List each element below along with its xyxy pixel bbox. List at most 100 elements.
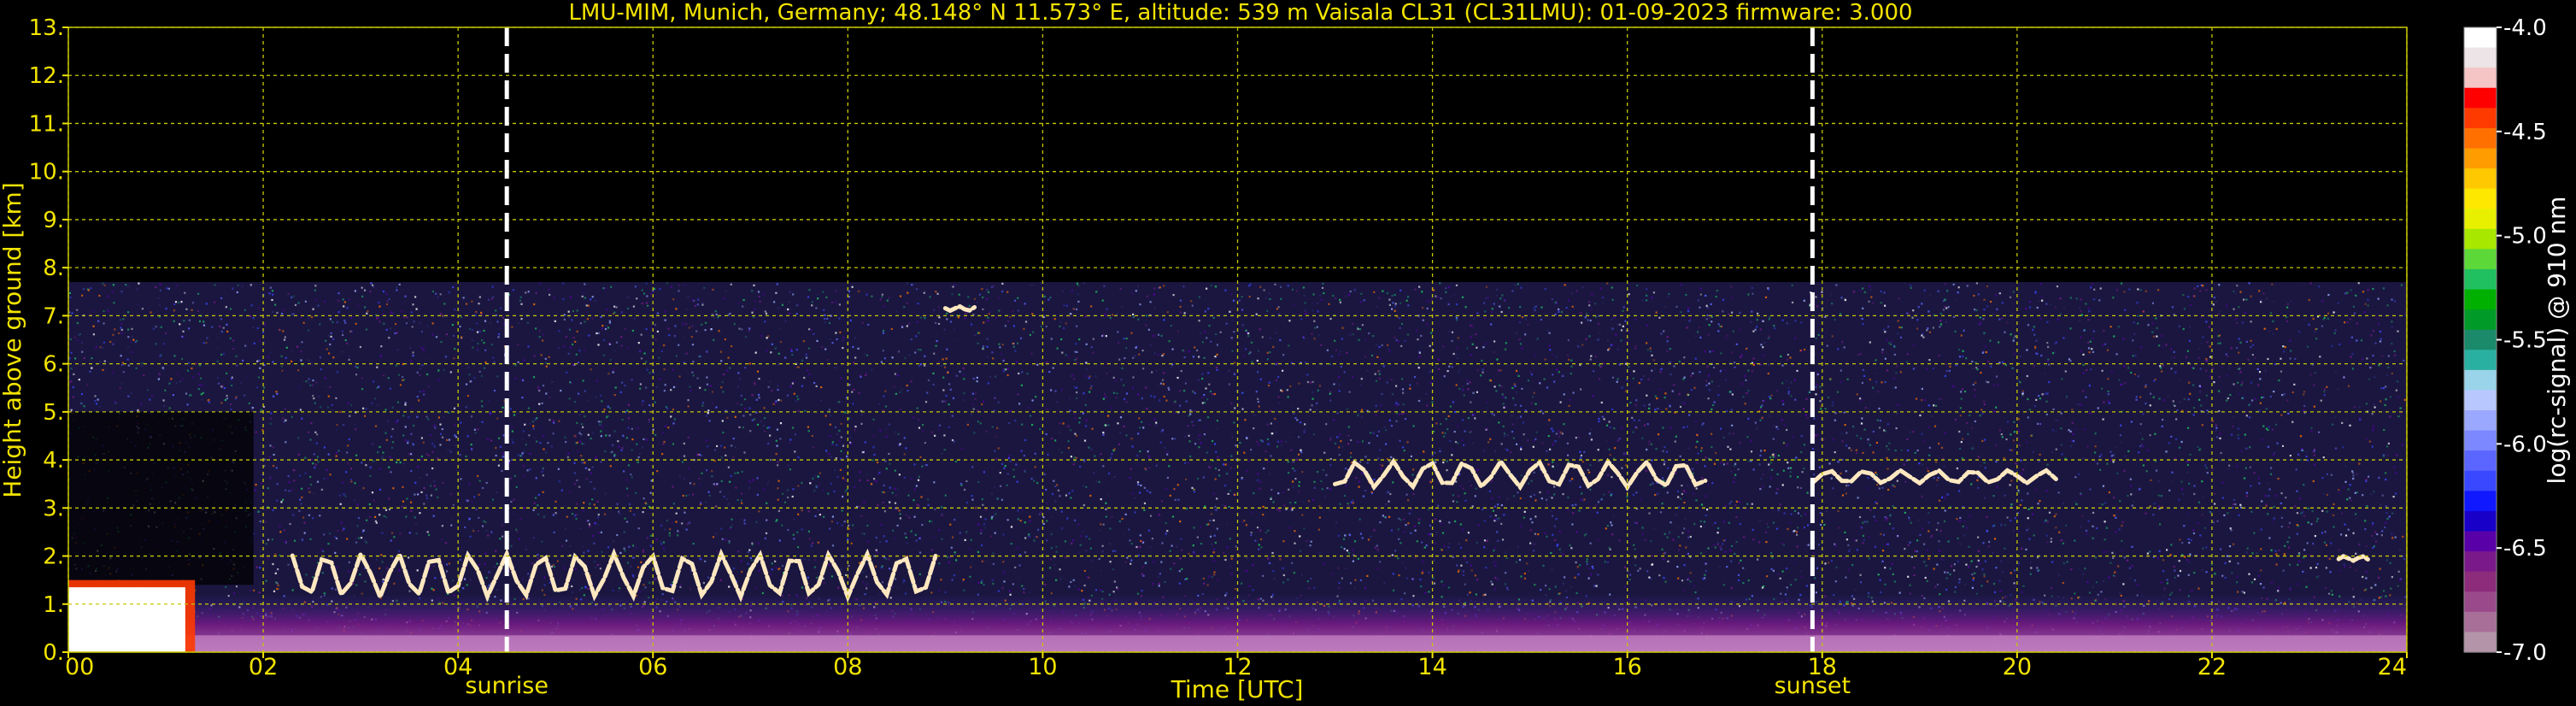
noise-speck bbox=[1936, 479, 1939, 481]
noise-speck bbox=[1504, 298, 1506, 301]
noise-speck bbox=[766, 502, 768, 504]
noise-speck bbox=[309, 483, 313, 485]
noise-speck bbox=[626, 297, 629, 299]
noise-speck bbox=[297, 369, 300, 372]
noise-speck bbox=[325, 385, 327, 388]
noise-speck bbox=[2072, 432, 2074, 435]
noise-speck bbox=[1395, 385, 1398, 387]
noise-speck bbox=[1760, 344, 1763, 346]
noise-speck bbox=[1359, 384, 1362, 386]
noise-speck bbox=[388, 337, 390, 339]
noise-speck bbox=[766, 519, 768, 521]
noise-speck bbox=[1896, 412, 1898, 415]
noise-speck bbox=[1921, 399, 1923, 402]
noise-speck bbox=[1678, 361, 1681, 363]
noise-speck bbox=[1250, 341, 1253, 344]
noise-speck bbox=[659, 288, 661, 291]
noise-speck bbox=[220, 318, 222, 321]
noise-speck bbox=[373, 380, 375, 383]
noise-speck bbox=[2033, 405, 2036, 408]
noise-speck bbox=[1800, 450, 1803, 454]
noise-speck bbox=[1946, 493, 1949, 496]
noise-speck bbox=[719, 491, 722, 493]
noise-speck bbox=[880, 523, 883, 526]
noise-speck bbox=[1316, 408, 1318, 410]
noise-speck bbox=[2371, 524, 2374, 527]
noise-speck bbox=[2040, 354, 2043, 357]
noise-speck bbox=[1313, 480, 1316, 483]
noise-speck bbox=[1215, 450, 1218, 453]
noise-speck bbox=[143, 374, 145, 377]
noise-speck bbox=[1591, 565, 1593, 568]
noise-speck bbox=[1715, 296, 1717, 298]
noise-speck bbox=[2104, 502, 2107, 504]
noise-speck bbox=[2328, 557, 2331, 560]
noise-speck bbox=[1758, 519, 1761, 521]
noise-speck bbox=[1358, 338, 1360, 341]
noise-speck bbox=[1476, 541, 1478, 544]
noise-speck bbox=[1520, 448, 1523, 450]
noise-speck bbox=[583, 502, 585, 504]
noise-speck bbox=[1086, 576, 1089, 579]
noise-speck bbox=[1073, 585, 1077, 587]
noise-speck bbox=[1632, 377, 1634, 379]
noise-speck bbox=[835, 290, 837, 292]
noise-speck bbox=[963, 374, 965, 376]
noise-speck bbox=[1155, 421, 1158, 424]
noise-speck bbox=[1493, 547, 1496, 550]
noise-speck bbox=[1402, 403, 1405, 406]
noise-speck bbox=[1060, 338, 1063, 341]
noise-speck bbox=[284, 336, 286, 338]
noise-speck bbox=[599, 568, 601, 570]
noise-speck bbox=[1247, 460, 1251, 462]
noise-speck bbox=[1628, 366, 1630, 368]
noise-speck bbox=[498, 437, 501, 439]
noise-speck bbox=[475, 310, 478, 313]
noise-speck bbox=[1719, 325, 1722, 327]
noise-speck bbox=[419, 391, 421, 393]
noise-speck bbox=[2082, 353, 2085, 356]
noise-speck bbox=[1375, 415, 1377, 417]
noise-speck bbox=[309, 438, 312, 441]
noise-speck bbox=[1333, 419, 1335, 421]
noise-speck bbox=[1433, 559, 1436, 562]
noise-speck bbox=[742, 305, 744, 308]
noise-speck bbox=[802, 340, 805, 343]
noise-speck bbox=[2022, 468, 2025, 471]
noise-speck bbox=[666, 519, 668, 522]
noise-speck bbox=[1578, 436, 1581, 438]
noise-speck bbox=[2171, 471, 2174, 474]
noise-speck bbox=[1352, 499, 1354, 502]
noise-speck bbox=[1840, 380, 1843, 383]
noise-speck bbox=[441, 436, 444, 438]
noise-speck bbox=[1309, 409, 1311, 411]
noise-speck bbox=[2396, 380, 2399, 383]
noise-speck bbox=[402, 485, 404, 488]
noise-speck bbox=[2101, 387, 2104, 390]
noise-speck bbox=[770, 459, 772, 462]
noise-speck bbox=[2188, 339, 2191, 342]
noise-speck bbox=[983, 321, 985, 324]
noise-speck bbox=[1554, 440, 1557, 443]
noise-speck bbox=[1759, 454, 1762, 456]
noise-speck bbox=[1869, 341, 1871, 344]
noise-speck bbox=[521, 438, 524, 440]
noise-speck bbox=[77, 339, 79, 342]
noise-speck bbox=[2303, 556, 2305, 559]
noise-speck bbox=[1551, 427, 1553, 430]
noise-speck bbox=[2186, 471, 2189, 474]
noise-speck bbox=[596, 563, 599, 566]
noise-speck bbox=[1243, 520, 1246, 522]
noise-speck bbox=[1519, 404, 1523, 407]
noise-speck bbox=[423, 503, 425, 505]
noise-speck bbox=[1079, 465, 1082, 468]
noise-speck bbox=[1732, 330, 1734, 332]
noise-speck bbox=[2268, 488, 2271, 491]
noise-speck bbox=[534, 418, 537, 421]
noise-speck bbox=[290, 415, 293, 418]
noise-speck bbox=[2225, 353, 2227, 356]
noise-speck bbox=[576, 330, 578, 332]
noise-speck bbox=[202, 324, 205, 327]
noise-speck bbox=[1721, 543, 1724, 545]
noise-speck bbox=[1693, 522, 1696, 526]
